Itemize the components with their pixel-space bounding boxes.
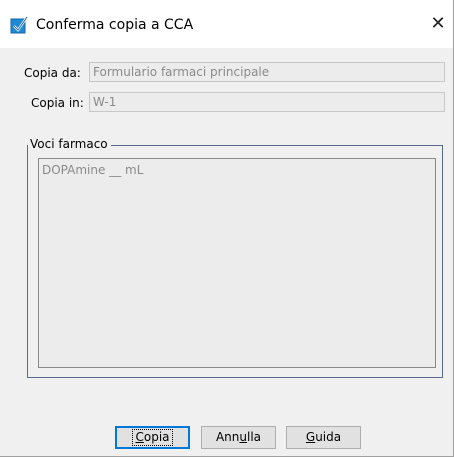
window-title: Conferma copia a CCA bbox=[36, 17, 194, 33]
dialog-window: Conferma copia a CCA ✕ Copia da: Formula… bbox=[0, 0, 454, 457]
close-button[interactable]: ✕ bbox=[423, 8, 453, 40]
cancel-button-label: Annulla bbox=[215, 430, 262, 444]
drug-items-legend: Voci farmaco bbox=[28, 137, 111, 151]
help-button-label: Guida bbox=[305, 430, 342, 444]
drug-items-list[interactable]: DOPAmine __ mL bbox=[38, 158, 436, 368]
copy-button[interactable]: Copia bbox=[115, 426, 190, 449]
copy-to-label: Copia in: bbox=[31, 96, 84, 110]
cancel-button[interactable]: Annulla bbox=[201, 426, 276, 449]
checkbox-checked-icon bbox=[10, 16, 28, 34]
copy-button-label: Copia bbox=[132, 429, 173, 446]
copy-from-label: Copia da: bbox=[24, 66, 81, 80]
close-icon: ✕ bbox=[430, 13, 446, 34]
list-item[interactable]: DOPAmine __ mL bbox=[42, 163, 432, 177]
title-bar: Conferma copia a CCA ✕ bbox=[0, 0, 453, 48]
copy-to-field[interactable]: W-1 bbox=[89, 92, 445, 112]
copy-from-field[interactable]: Formulario farmaci principale bbox=[89, 62, 445, 82]
help-button[interactable]: Guida bbox=[286, 426, 361, 449]
